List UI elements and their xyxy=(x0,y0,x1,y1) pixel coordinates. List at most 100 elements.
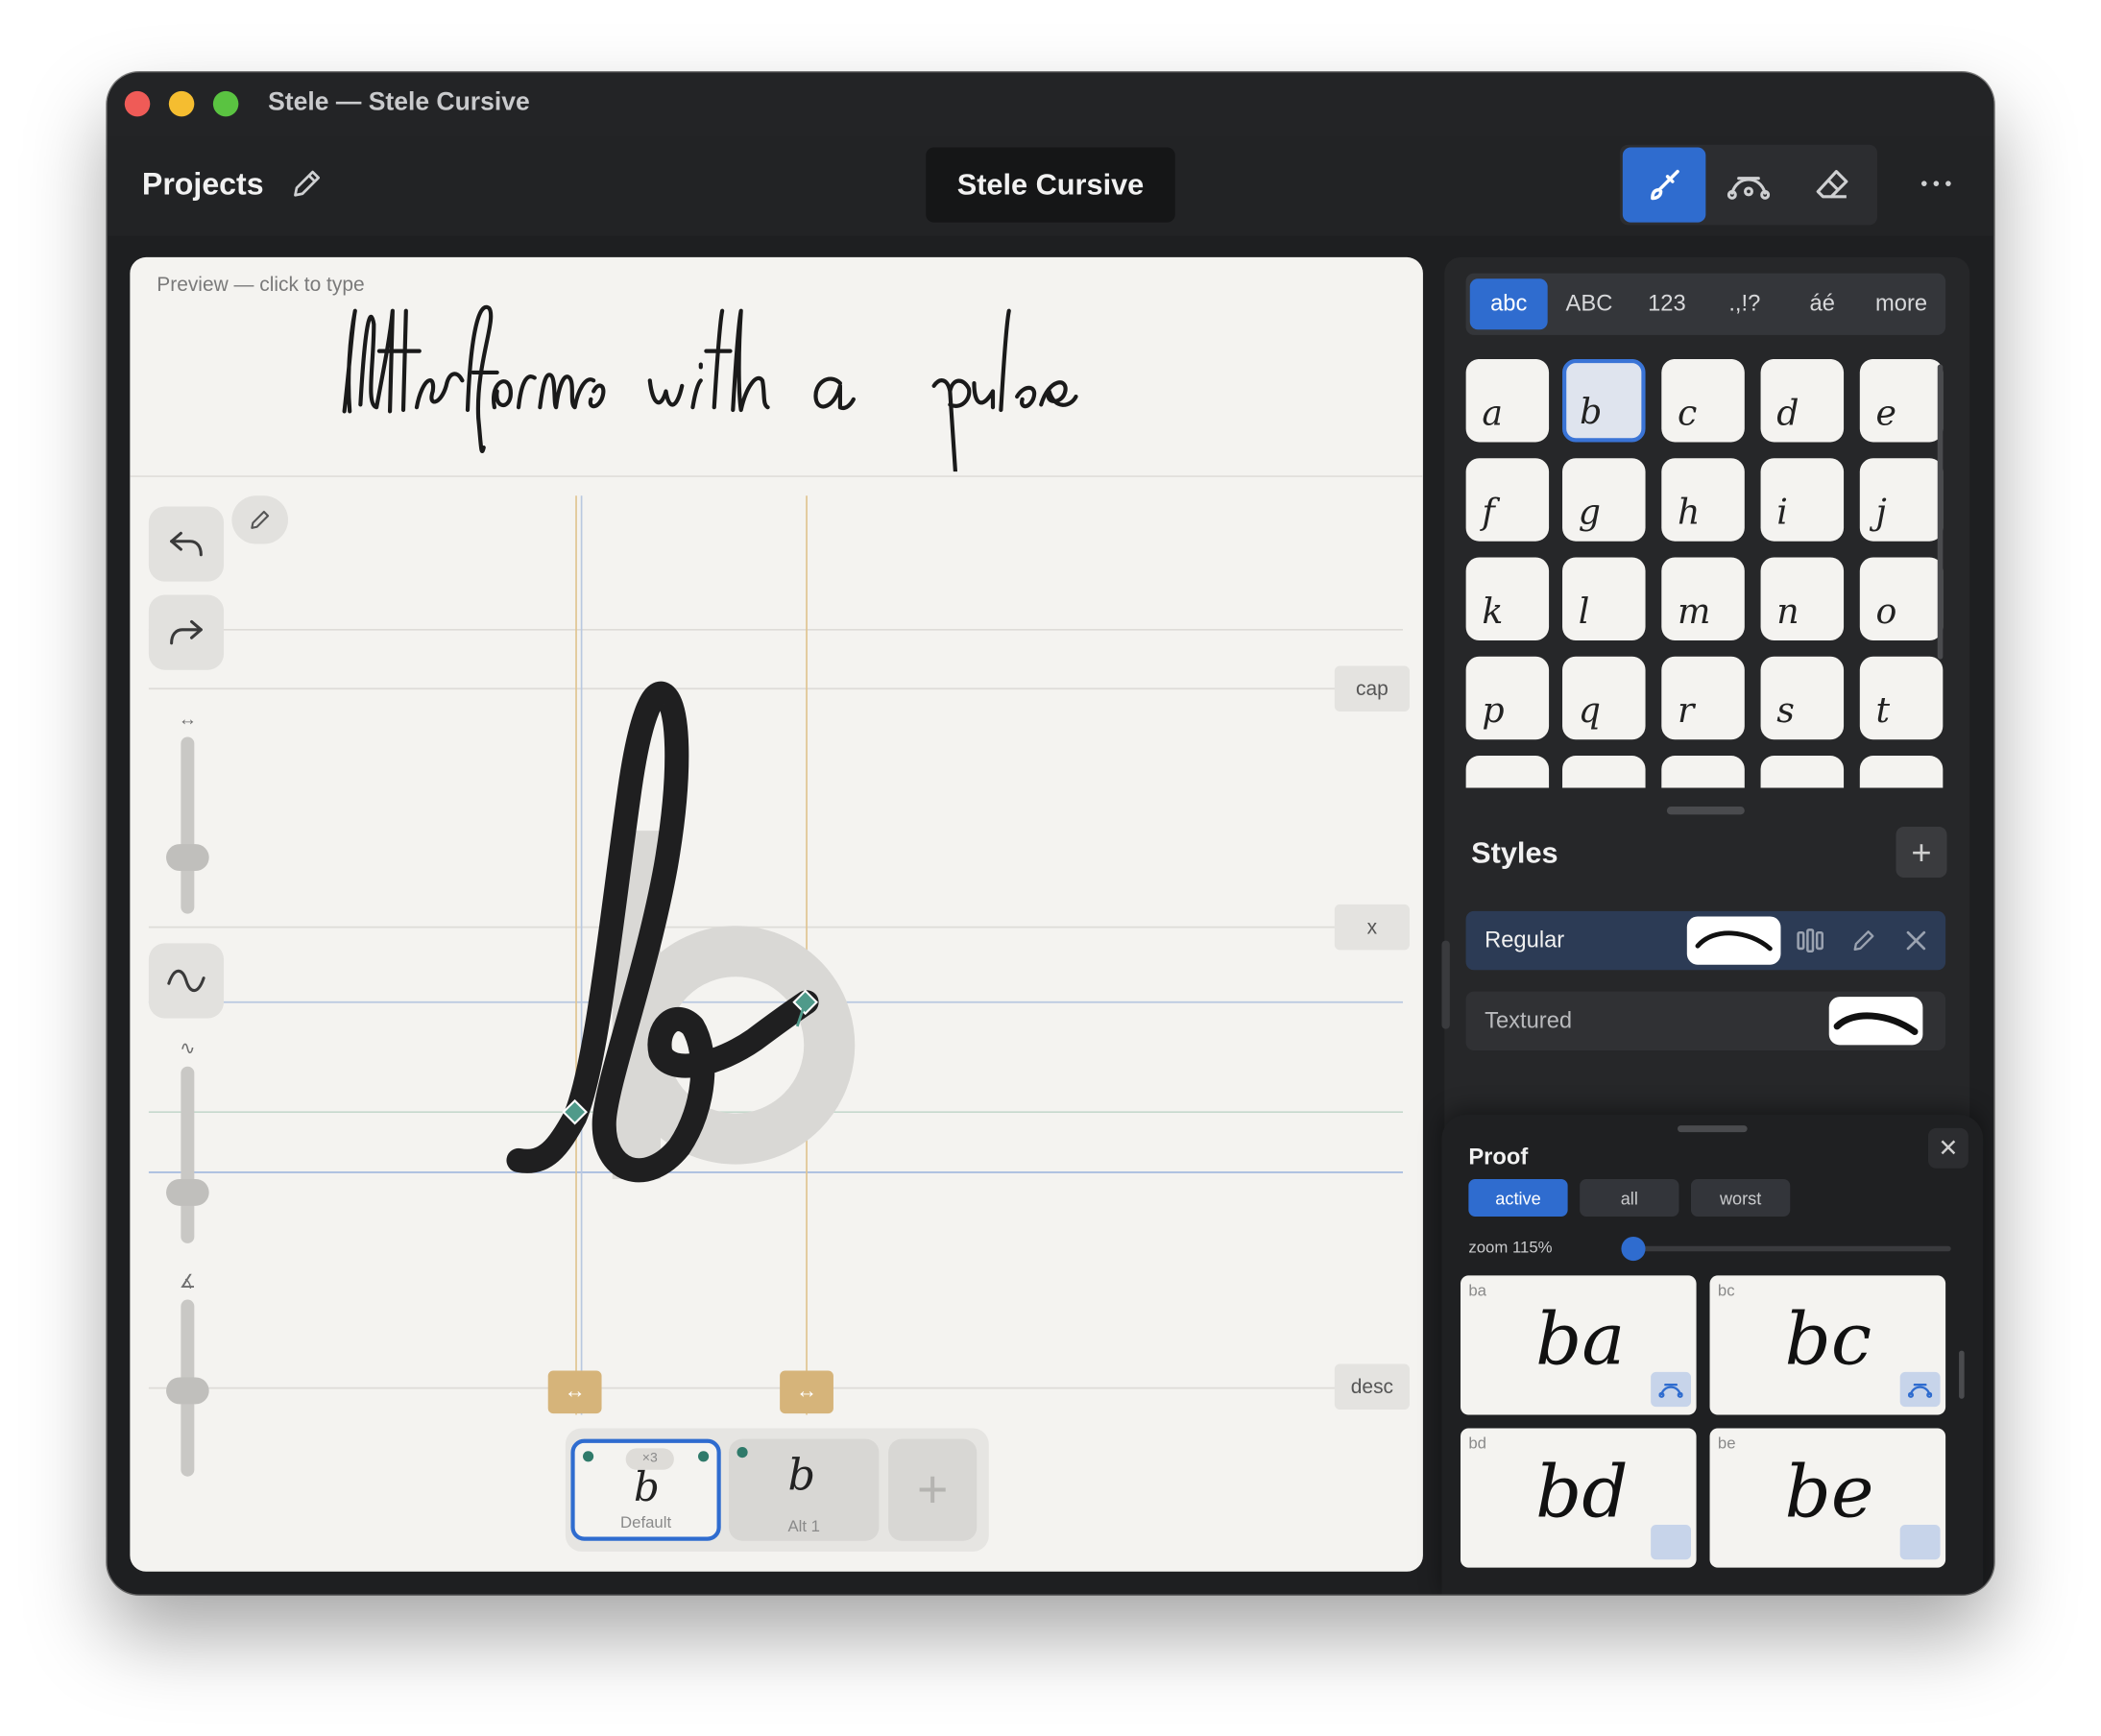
glyph-cell-partial[interactable] xyxy=(1760,756,1845,788)
zoom-slider-knob[interactable] xyxy=(1621,1236,1646,1262)
glyph-cell-s[interactable]: s xyxy=(1760,656,1845,740)
redo-button[interactable] xyxy=(148,594,225,670)
edit-curve-button[interactable] xyxy=(1651,1524,1691,1560)
edit-curve-button[interactable] xyxy=(1899,1524,1941,1560)
glyph-cell-q[interactable]: q xyxy=(1562,656,1646,740)
proof-filter-worst[interactable]: worst xyxy=(1690,1178,1791,1218)
proof-card-label: bc xyxy=(1717,1281,1735,1300)
glyph-cell-b[interactable]: b xyxy=(1562,358,1646,443)
glyph-cell-a[interactable]: a xyxy=(1465,358,1550,443)
glyph-cell-t[interactable]: t xyxy=(1859,656,1944,740)
tab-uppercase[interactable]: ABC xyxy=(1552,278,1627,329)
variant-default[interactable]: ×3 b Default xyxy=(570,1438,721,1541)
right-sidebearing-handle[interactable]: ↔ xyxy=(780,1370,833,1414)
glyph-cell-p[interactable]: p xyxy=(1465,656,1550,740)
width-slider[interactable] xyxy=(181,736,195,914)
app-window: Stele — Stele Cursive Projects Stele Cur… xyxy=(107,72,1994,1595)
style-row-regular[interactable]: Regular xyxy=(1465,910,1946,971)
more-options-button[interactable] xyxy=(1914,160,1959,205)
variant-label: Default xyxy=(620,1512,672,1531)
glyph-cell-k[interactable]: k xyxy=(1465,557,1550,641)
angle-slider-knob[interactable] xyxy=(166,1377,209,1405)
glyph-cell-r[interactable]: r xyxy=(1661,656,1745,740)
descender-guide-label[interactable]: desc xyxy=(1334,1363,1410,1410)
styles-heading: Styles xyxy=(1471,835,1558,870)
proof-filter-active[interactable]: active xyxy=(1468,1178,1568,1218)
preview-text-line[interactable] xyxy=(331,284,1216,472)
close-proof-button[interactable]: ✕ xyxy=(1927,1127,1968,1169)
proof-scrollbar[interactable] xyxy=(1959,1350,1965,1399)
pressure-settings-button[interactable] xyxy=(1794,925,1825,956)
bezier-tool-button[interactable] xyxy=(1707,147,1791,222)
zoom-slider[interactable] xyxy=(1624,1245,1951,1252)
glyph-editor-canvas[interactable]: Preview — click to type ↔ ∿ ∡ cap x desc… xyxy=(130,256,1423,1572)
glyph-cell-d[interactable]: d xyxy=(1760,358,1845,443)
glyph-cell-partial[interactable] xyxy=(1859,756,1944,788)
width-slider-knob[interactable] xyxy=(166,844,209,872)
tab-more[interactable]: more xyxy=(1863,278,1941,329)
tab-accents[interactable]: áé xyxy=(1785,278,1860,329)
proof-drag-handle[interactable] xyxy=(1678,1125,1748,1133)
glyph-cell-f[interactable]: f xyxy=(1465,458,1550,542)
panel-resize-handle[interactable] xyxy=(1666,807,1745,815)
ellipsis-icon xyxy=(1921,181,1951,186)
proof-filter-all[interactable]: all xyxy=(1580,1178,1679,1218)
glyph-cell-j[interactable]: j xyxy=(1859,458,1944,542)
panel-splitter[interactable] xyxy=(1441,940,1450,1029)
edit-style-button[interactable] xyxy=(1847,925,1879,956)
glyph-cell-c[interactable]: c xyxy=(1661,358,1745,443)
brush-tool-button[interactable] xyxy=(1622,147,1706,223)
glyph-cell-i[interactable]: i xyxy=(1760,458,1845,542)
zoom-window-button[interactable] xyxy=(212,90,239,117)
edit-curve-button[interactable] xyxy=(1899,1371,1941,1408)
tab-abc[interactable]: abc xyxy=(1469,278,1548,330)
x-height-guide-label[interactable]: x xyxy=(1334,904,1410,951)
glyph-grid-scrollbar[interactable] xyxy=(1937,364,1944,660)
delete-style-button[interactable] xyxy=(1900,925,1932,956)
glyph-cell-l[interactable]: l xyxy=(1562,557,1646,641)
left-sidebearing-handle[interactable]: ↔ xyxy=(547,1370,602,1414)
minimize-window-button[interactable] xyxy=(168,90,195,117)
glyph-cell-e[interactable]: e xyxy=(1859,358,1944,443)
glyph-cell-o[interactable]: o xyxy=(1859,557,1944,641)
close-window-button[interactable] xyxy=(124,90,151,117)
undo-button[interactable] xyxy=(148,506,225,582)
edit-curve-button[interactable] xyxy=(1651,1371,1691,1408)
proof-card-ba[interactable]: ba ba xyxy=(1460,1275,1697,1415)
document-name-field[interactable]: Stele Cursive xyxy=(926,147,1175,223)
glyph-char: p xyxy=(1482,691,1505,732)
variant-glyph: b xyxy=(634,1464,660,1512)
glyph-char: a xyxy=(1482,394,1503,435)
proof-card-bd[interactable]: bd bd xyxy=(1460,1428,1697,1568)
glyph-cell-n[interactable]: n xyxy=(1760,557,1845,641)
proof-card-bc[interactable]: bc bc xyxy=(1709,1275,1946,1415)
glyph-cell-h[interactable]: h xyxy=(1661,458,1745,542)
glyph-cell-g[interactable]: g xyxy=(1562,458,1646,542)
variant-glyph: b xyxy=(787,1449,816,1501)
glyph-cell-partial[interactable] xyxy=(1562,756,1646,788)
smoothing-button[interactable] xyxy=(148,943,225,1019)
projects-button[interactable]: Projects xyxy=(142,166,264,203)
glyph-cell-partial[interactable] xyxy=(1465,756,1550,788)
smoothing-slider-knob[interactable] xyxy=(166,1178,209,1206)
proof-card-be[interactable]: be be xyxy=(1709,1428,1946,1568)
tab-numbers[interactable]: 123 xyxy=(1630,278,1704,329)
smoothing-slider[interactable] xyxy=(181,1066,195,1243)
pencil-icon[interactable] xyxy=(289,166,324,201)
edit-stroke-button[interactable] xyxy=(231,495,289,544)
glyph-cell-partial[interactable] xyxy=(1661,756,1745,788)
glyph-char: j xyxy=(1875,493,1887,534)
glyph-char: s xyxy=(1776,691,1795,732)
add-style-button[interactable]: + xyxy=(1896,826,1947,878)
tab-punctuation[interactable]: .,!? xyxy=(1707,278,1782,329)
glyph-drawing-area[interactable] xyxy=(130,477,1423,1572)
bezier-icon xyxy=(1727,177,1771,200)
cap-guide-label[interactable]: cap xyxy=(1334,665,1410,711)
proof-card-label: bd xyxy=(1468,1434,1487,1453)
add-variant-button[interactable]: + xyxy=(888,1438,978,1541)
variant-alt-1[interactable]: b Alt 1 xyxy=(729,1438,880,1541)
glyph-char: m xyxy=(1678,591,1711,633)
style-row-textured[interactable]: Textured xyxy=(1465,991,1946,1050)
eraser-tool-button[interactable] xyxy=(1792,147,1875,222)
glyph-cell-m[interactable]: m xyxy=(1661,557,1745,641)
